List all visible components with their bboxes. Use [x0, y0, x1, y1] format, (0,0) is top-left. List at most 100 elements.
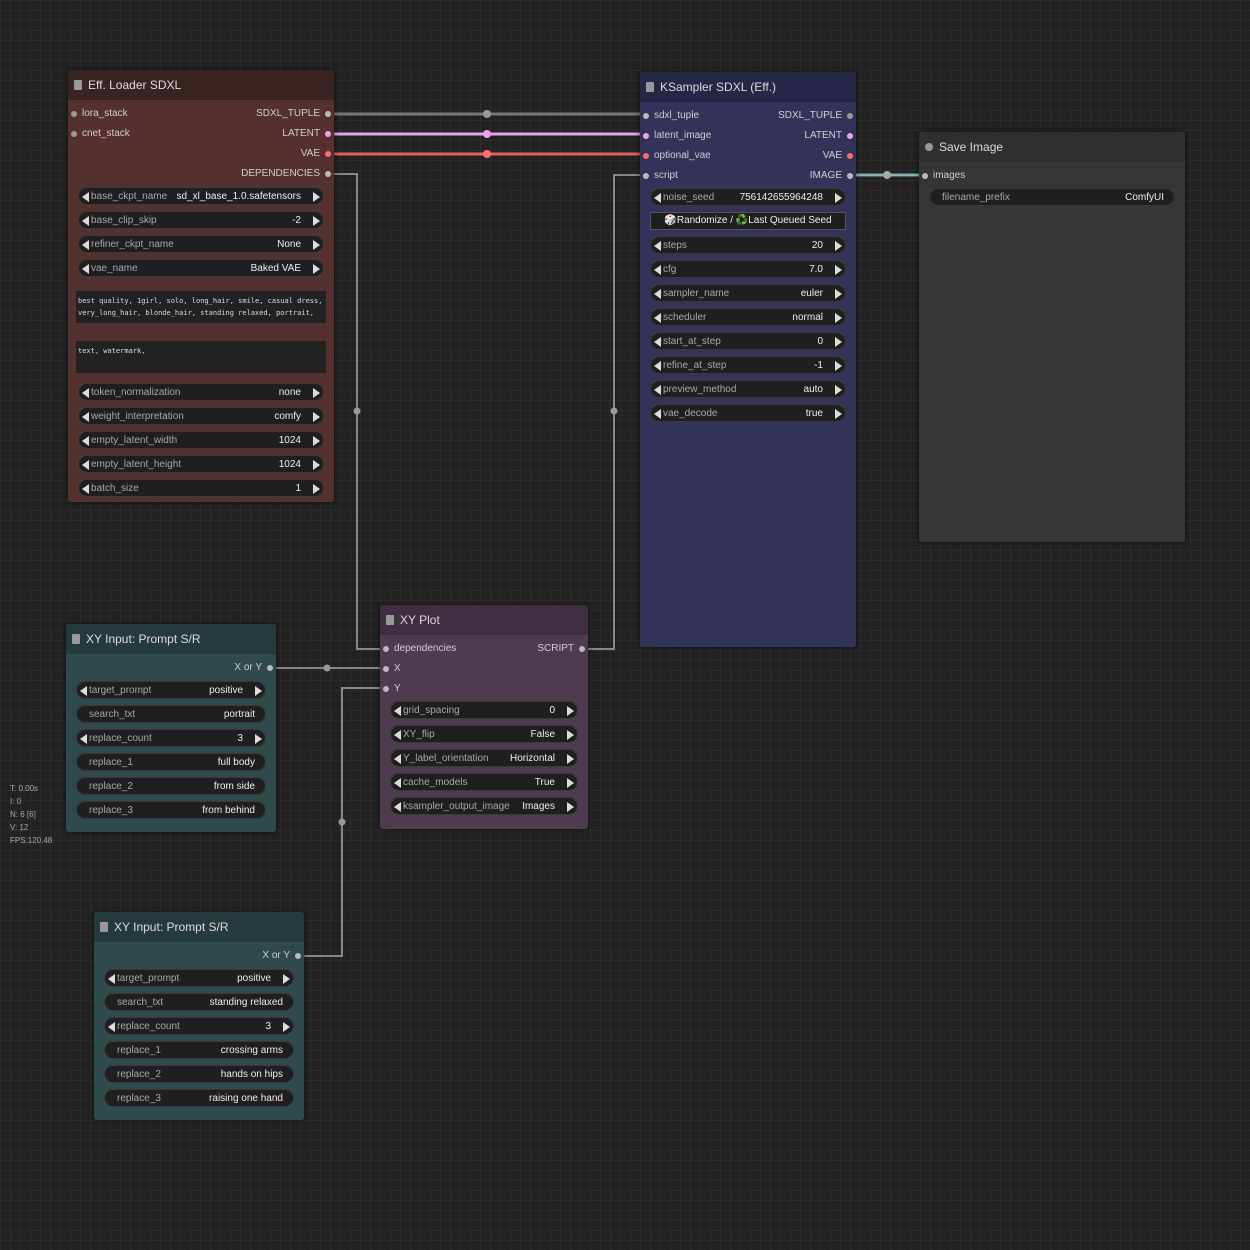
node-title-bar[interactable]: Save Image — [919, 132, 1185, 162]
decrement-arrow-icon[interactable] — [82, 192, 89, 202]
collapse-icon[interactable] — [925, 143, 933, 151]
increment-arrow-icon[interactable] — [567, 706, 574, 716]
increment-arrow-icon[interactable] — [313, 412, 320, 422]
widget-start-at-step[interactable]: start_at_step 0 — [650, 332, 846, 350]
output-slot-dot[interactable] — [579, 646, 585, 652]
widget-replace-1[interactable]: replace_1 crossing arms — [104, 1041, 294, 1059]
node-xy-input-prompt-sr-1[interactable]: XY Input: Prompt S/R X or Y target_promp… — [66, 624, 276, 832]
decrement-arrow-icon[interactable] — [108, 974, 115, 984]
output-slot-dot[interactable] — [847, 153, 853, 159]
widget-replace-count[interactable]: replace_count 3 — [104, 1017, 294, 1035]
input-slot-dot[interactable] — [71, 131, 77, 137]
widget-token-normalization[interactable]: token_normalization none — [78, 383, 324, 401]
output-slot-dot[interactable] — [847, 133, 853, 139]
increment-arrow-icon[interactable] — [313, 216, 320, 226]
widget-scheduler[interactable]: scheduler normal — [650, 308, 846, 326]
widget-xy-flip[interactable]: XY_flip False — [390, 725, 578, 743]
widget-weight-interpretation[interactable]: weight_interpretation comfy — [78, 407, 324, 425]
collapse-icon[interactable] — [646, 82, 654, 92]
decrement-arrow-icon[interactable] — [394, 778, 401, 788]
decrement-arrow-icon[interactable] — [654, 241, 661, 251]
output-slot-dot[interactable] — [295, 953, 301, 959]
widget-replace-3[interactable]: replace_3 raising one hand — [104, 1089, 294, 1107]
increment-arrow-icon[interactable] — [835, 361, 842, 371]
decrement-arrow-icon[interactable] — [82, 216, 89, 226]
widget-filename-prefix[interactable]: filename_prefix ComfyUI — [929, 188, 1175, 206]
node-eff-loader-sdxl[interactable]: Eff. Loader SDXL lora_stack SDXL_TUPLE c… — [68, 70, 334, 502]
input-slot-dot[interactable] — [922, 173, 928, 179]
decrement-arrow-icon[interactable] — [82, 388, 89, 398]
decrement-arrow-icon[interactable] — [394, 706, 401, 716]
widget-base-clip-skip[interactable]: base_clip_skip -2 — [78, 211, 324, 229]
widget-base-ckpt-name[interactable]: base_ckpt_name sd_xl_base_1.0.safetensor… — [78, 187, 324, 205]
widget-grid-spacing[interactable]: grid_spacing 0 — [390, 701, 578, 719]
widget-replace-count[interactable]: replace_count 3 — [76, 729, 266, 747]
widget-batch-size[interactable]: batch_size 1 — [78, 479, 324, 497]
widget-replace-3[interactable]: replace_3 from behind — [76, 801, 266, 819]
increment-arrow-icon[interactable] — [567, 754, 574, 764]
node-title-bar[interactable]: KSampler SDXL (Eff.) — [640, 72, 856, 102]
decrement-arrow-icon[interactable] — [654, 193, 661, 203]
node-title-bar[interactable]: XY Plot — [380, 605, 588, 635]
node-title-bar[interactable]: XY Input: Prompt S/R — [66, 624, 276, 654]
increment-arrow-icon[interactable] — [567, 730, 574, 740]
increment-arrow-icon[interactable] — [255, 734, 262, 744]
decrement-arrow-icon[interactable] — [82, 484, 89, 494]
widget-refine-at-step[interactable]: refine_at_step -1 — [650, 356, 846, 374]
increment-arrow-icon[interactable] — [567, 778, 574, 788]
increment-arrow-icon[interactable] — [835, 409, 842, 419]
output-slot-dot[interactable] — [325, 111, 331, 117]
decrement-arrow-icon[interactable] — [394, 754, 401, 764]
output-slot-dot[interactable] — [847, 173, 853, 179]
decrement-arrow-icon[interactable] — [654, 361, 661, 371]
decrement-arrow-icon[interactable] — [654, 313, 661, 323]
widget-search-txt[interactable]: search_txt standing relaxed — [104, 993, 294, 1011]
decrement-arrow-icon[interactable] — [654, 289, 661, 299]
output-slot-dot[interactable] — [847, 113, 853, 119]
increment-arrow-icon[interactable] — [835, 289, 842, 299]
decrement-arrow-icon[interactable] — [654, 409, 661, 419]
increment-arrow-icon[interactable] — [313, 460, 320, 470]
decrement-arrow-icon[interactable] — [80, 734, 87, 744]
increment-arrow-icon[interactable] — [313, 240, 320, 250]
decrement-arrow-icon[interactable] — [82, 436, 89, 446]
widget-cache-models[interactable]: cache_models True — [390, 773, 578, 791]
increment-arrow-icon[interactable] — [255, 686, 262, 696]
widget-cfg[interactable]: cfg 7.0 — [650, 260, 846, 278]
widget-vae-name[interactable]: vae_name Baked VAE — [78, 259, 324, 277]
output-slot-dot[interactable] — [325, 131, 331, 137]
node-title-bar[interactable]: XY Input: Prompt S/R — [94, 912, 304, 942]
widget-ksampler-output-image[interactable]: ksampler_output_image Images — [390, 797, 578, 815]
input-slot-dot[interactable] — [643, 133, 649, 139]
increment-arrow-icon[interactable] — [283, 974, 290, 984]
increment-arrow-icon[interactable] — [313, 388, 320, 398]
increment-arrow-icon[interactable] — [835, 313, 842, 323]
output-slot-dot[interactable] — [325, 151, 331, 157]
node-title-bar[interactable]: Eff. Loader SDXL — [68, 70, 334, 100]
node-xy-input-prompt-sr-2[interactable]: XY Input: Prompt S/R X or Y target_promp… — [94, 912, 304, 1120]
widget-target-prompt[interactable]: target_prompt positive — [76, 681, 266, 699]
increment-arrow-icon[interactable] — [313, 264, 320, 274]
widget-y-label-orientation[interactable]: Y_label_orientation Horizontal — [390, 749, 578, 767]
widget-search-txt[interactable]: search_txt portrait — [76, 705, 266, 723]
increment-arrow-icon[interactable] — [835, 337, 842, 347]
increment-arrow-icon[interactable] — [313, 436, 320, 446]
decrement-arrow-icon[interactable] — [82, 264, 89, 274]
increment-arrow-icon[interactable] — [835, 241, 842, 251]
decrement-arrow-icon[interactable] — [654, 385, 661, 395]
decrement-arrow-icon[interactable] — [654, 337, 661, 347]
node-ksampler-sdxl[interactable]: KSampler SDXL (Eff.) sdxl_tuple SDXL_TUP… — [640, 72, 856, 647]
widget-refiner-ckpt-name[interactable]: refiner_ckpt_name None — [78, 235, 324, 253]
randomize-seed-button[interactable]: 🎲Randomize / ♻️Last Queued Seed — [650, 212, 846, 230]
decrement-arrow-icon[interactable] — [394, 802, 401, 812]
input-slot-dot[interactable] — [71, 111, 77, 117]
output-slot-dot[interactable] — [267, 665, 273, 671]
collapse-icon[interactable] — [100, 922, 108, 932]
collapse-icon[interactable] — [386, 615, 394, 625]
widget-sampler-name[interactable]: sampler_name euler — [650, 284, 846, 302]
collapse-icon[interactable] — [74, 80, 82, 90]
decrement-arrow-icon[interactable] — [654, 265, 661, 275]
increment-arrow-icon[interactable] — [567, 802, 574, 812]
decrement-arrow-icon[interactable] — [80, 686, 87, 696]
widget-preview-method[interactable]: preview_method auto — [650, 380, 846, 398]
